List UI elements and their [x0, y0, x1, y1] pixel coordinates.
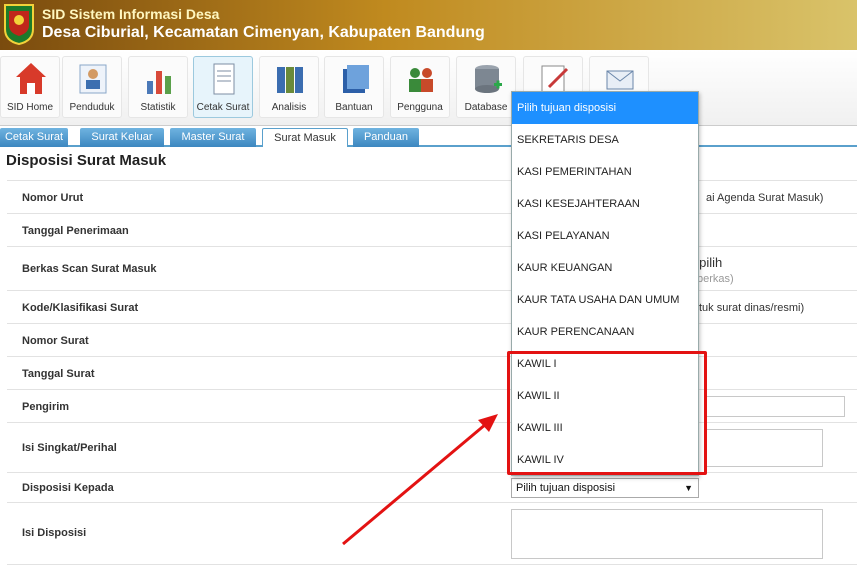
- option-kaur-tata-usaha[interactable]: KAUR TATA USAHA DAN UMUM: [512, 284, 698, 316]
- row-disposisi-kepada: Disposisi Kepada Pilih tujuan disposisi …: [7, 473, 857, 503]
- people-icon: [79, 64, 107, 94]
- option-kaur-keuangan[interactable]: KAUR KEUANGAN: [512, 252, 698, 284]
- books-icon: [343, 65, 369, 93]
- field-label: Nomor Urut: [22, 192, 84, 204]
- house-icon: [16, 63, 46, 94]
- kode-note: tuk surat dinas/resmi): [699, 302, 805, 314]
- pengirim-input[interactable]: [705, 396, 845, 417]
- field-label: Tanggal Penerimaan: [22, 225, 129, 237]
- option-kasi-pelayanan[interactable]: KASI PELAYANAN: [512, 220, 698, 252]
- row-tanggal-penerimaan: Tanggal Penerimaan: [7, 214, 857, 247]
- field-label: Tanggal Surat: [22, 368, 95, 380]
- field-label: Berkas Scan Surat Masuk: [22, 263, 157, 275]
- toolbar-penduduk[interactable]: Penduduk: [62, 56, 122, 118]
- document-icon: [213, 63, 235, 95]
- toolbar-label: Cetak Surat: [196, 102, 250, 113]
- berkas-hint: berkas): [697, 273, 734, 285]
- toolbar-statistik[interactable]: Statistik: [128, 56, 188, 118]
- nomor-urut-note: ai Agenda Surat Masuk): [706, 192, 824, 204]
- toolbar-cetak-surat[interactable]: Cetak Surat: [193, 56, 253, 118]
- sub-tab-bar: Cetak Surat Surat Keluar Master Surat Su…: [0, 127, 857, 147]
- main-toolbar: SID Home Penduduk Statistik Cetak Surat: [0, 50, 857, 126]
- option-kasi-kesejahteraan[interactable]: KASI KESEJAHTERAAN: [512, 188, 698, 220]
- toolbar-label: Bantuan: [335, 102, 373, 113]
- tab-cetak-surat[interactable]: Cetak Surat: [0, 128, 68, 147]
- row-isi-disposisi: Isi Disposisi: [7, 503, 857, 565]
- toolbar-label: Pengguna: [397, 102, 443, 113]
- row-tanggal-surat: Tanggal Surat: [7, 357, 857, 390]
- field-label: Nomor Surat: [22, 335, 89, 347]
- toolbar-bantuan[interactable]: Bantuan: [324, 56, 384, 118]
- row-nomor-surat: Nomor Surat: [7, 324, 857, 357]
- toolbar-label: Analisis: [271, 102, 307, 113]
- row-pengirim: Pengirim: [7, 390, 857, 423]
- option-sekretaris-desa[interactable]: SEKRETARIS DESA: [512, 124, 698, 156]
- isi-disposisi-textarea[interactable]: [511, 509, 823, 559]
- toolbar-label: Database: [464, 102, 508, 113]
- village-name: Desa Ciburial, Kecamatan Cimenyan, Kabup…: [42, 24, 485, 41]
- disposisi-form: Nomor Urut ai Agenda Surat Masuk) Tangga…: [7, 180, 857, 565]
- toolbar-label: Statistik: [140, 102, 176, 113]
- toolbar-sid-home[interactable]: SID Home: [0, 56, 60, 118]
- perihal-textarea[interactable]: [705, 429, 823, 467]
- row-berkas-scan: Berkas Scan Surat Masuk dipilih berkas): [7, 247, 857, 291]
- toolbar-pengguna[interactable]: Pengguna: [390, 56, 450, 118]
- app-title: SID Sistem Informasi Desa: [42, 6, 220, 22]
- app-header: SID Sistem Informasi Desa Desa Ciburial,…: [0, 0, 857, 50]
- option-kasi-pemerintahan[interactable]: KASI PEMERINTAHAN: [512, 156, 698, 188]
- database-icon: [475, 65, 502, 93]
- toolbar-analisis[interactable]: Analisis: [259, 56, 319, 118]
- field-label: Disposisi Kepada: [22, 482, 114, 494]
- field-label: Isi Disposisi: [22, 527, 87, 539]
- users-icon: [409, 68, 433, 92]
- field-label: Kode/Klasifikasi Surat: [22, 302, 139, 314]
- tab-master-surat[interactable]: Master Surat: [170, 128, 256, 147]
- toolbar-label: Penduduk: [69, 102, 115, 113]
- field-label: Isi Singkat/Perihal: [22, 442, 117, 454]
- option-pilih-tujuan[interactable]: Pilih tujuan disposisi: [512, 92, 698, 124]
- row-nomor-urut: Nomor Urut ai Agenda Surat Masuk): [7, 181, 857, 214]
- toolbar-database[interactable]: Database: [456, 56, 516, 118]
- tab-surat-keluar[interactable]: Surat Keluar: [80, 128, 164, 147]
- disposisi-select-value: Pilih tujuan disposisi: [516, 482, 616, 494]
- tab-surat-masuk[interactable]: Surat Masuk: [262, 128, 348, 147]
- binders-icon: [277, 67, 303, 93]
- disposisi-select[interactable]: Pilih tujuan disposisi ▼: [511, 478, 699, 498]
- option-kaur-perencanaan[interactable]: KAUR PERENCANAAN: [512, 316, 698, 348]
- tab-panduan[interactable]: Panduan: [353, 128, 419, 147]
- dropdown-arrow-icon: ▼: [684, 483, 693, 493]
- toolbar-label: SID Home: [6, 102, 54, 113]
- field-label: Pengirim: [22, 401, 70, 413]
- row-isi-singkat: Isi Singkat/Perihal: [7, 423, 857, 473]
- annotation-highlight-box: [507, 351, 707, 475]
- row-kode-klasifikasi: Kode/Klasifikasi Surat tuk surat dinas/r…: [7, 291, 857, 324]
- page-title: Disposisi Surat Masuk: [6, 152, 167, 169]
- village-logo-icon: [4, 4, 34, 45]
- chart-icon: [147, 71, 171, 94]
